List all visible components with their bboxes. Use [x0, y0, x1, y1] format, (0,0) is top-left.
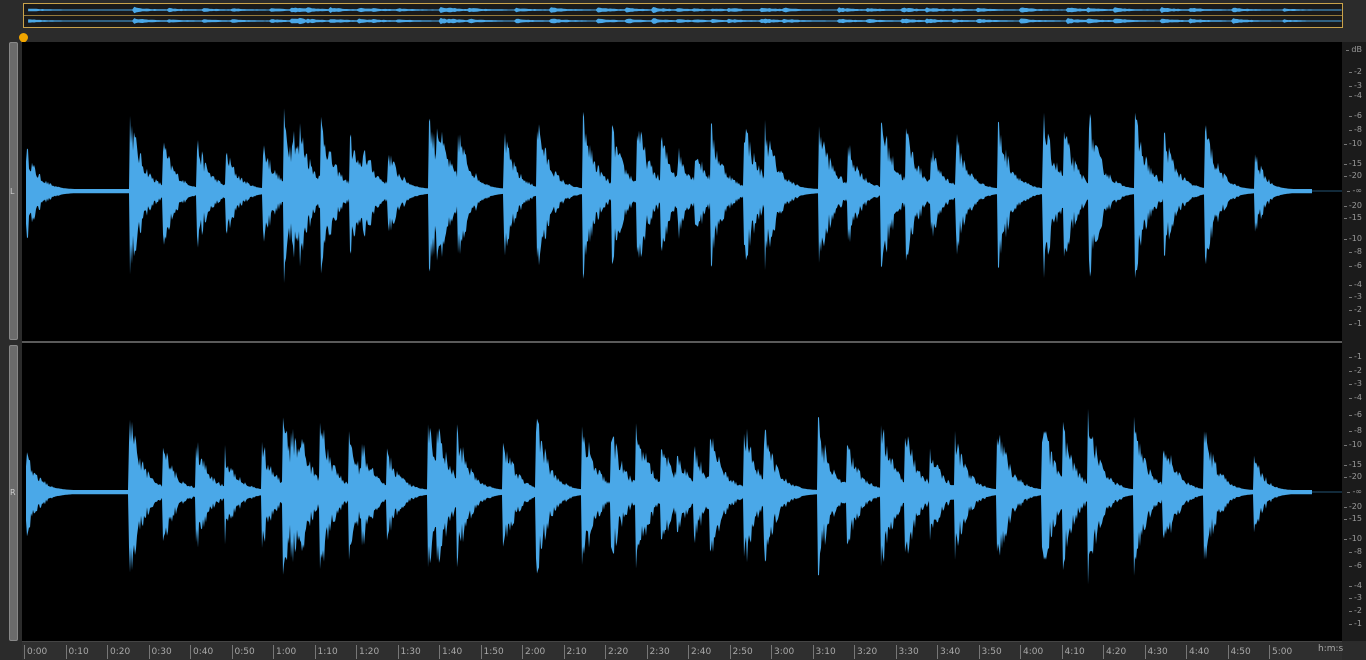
db-tick-upper: -20 — [1343, 201, 1362, 210]
time-tick: 1:30 — [397, 645, 421, 659]
db-tick-upper: -4 — [1349, 91, 1362, 100]
db-tick-lower: -∞ — [1347, 487, 1362, 496]
db-tick-lower: -20 — [1343, 502, 1362, 511]
time-tick: 2:20 — [605, 645, 628, 659]
time-tick: 1:40 — [439, 645, 462, 659]
time-tick: 0:20 — [107, 645, 130, 659]
time-tick: 4:20 — [1103, 645, 1126, 659]
time-unit-label: h:m:s — [1318, 644, 1344, 654]
db-tick-lower: -1 — [1349, 352, 1362, 361]
db-tick-lower: -15 — [1343, 460, 1362, 469]
time-tick: 2:00 — [522, 645, 545, 659]
time-tick: 0:30 — [148, 645, 172, 659]
db-tick-lower: -6 — [1349, 410, 1362, 419]
db-tick-upper: -15 — [1343, 213, 1362, 222]
time-tick: 4:30 — [1144, 645, 1168, 659]
time-tick: 2:30 — [646, 645, 670, 659]
db-tick-upper: -4 — [1349, 280, 1362, 289]
time-tick: 0:50 — [231, 645, 255, 659]
time-tick: 0:00 — [24, 645, 47, 659]
time-tick: 4:00 — [1020, 645, 1043, 659]
channel-divider — [22, 341, 1342, 343]
db-tick-lower: -2 — [1349, 366, 1362, 375]
overview-channel-separator — [24, 15, 1342, 16]
db-tick-lower: -10 — [1343, 440, 1362, 449]
db-unit-label: dB — [1346, 45, 1362, 54]
db-tick-upper: -2 — [1349, 67, 1362, 76]
waveform-overview[interactable] — [23, 3, 1343, 28]
db-ruler: dB -2 -3 -4 -6 -8 -10 -15 -20 -∞ -20 -15 -10 -8 -6 -4-… — [1342, 42, 1366, 641]
time-tick: 1:00 — [273, 645, 296, 659]
db-tick-lower: -4 — [1349, 393, 1362, 402]
db-tick-lower: -4 — [1349, 581, 1362, 590]
overview-channel-r — [28, 17, 1342, 25]
time-tick: 3:10 — [812, 645, 836, 659]
db-tick-upper: -20 — [1343, 171, 1362, 180]
db-tick-lower: -8 — [1349, 426, 1362, 435]
waveform-channel-r — [26, 408, 1312, 585]
db-tick-lower: -8 — [1349, 547, 1362, 556]
overview-channel-l — [28, 6, 1342, 14]
db-tick-lower: -15 — [1343, 514, 1362, 523]
db-tick-upper: -8 — [1349, 247, 1362, 256]
db-tick-lower: -10 — [1343, 534, 1362, 543]
time-tick: 5:00 — [1269, 645, 1292, 659]
db-tick-upper: -10 — [1343, 234, 1362, 243]
channel-label-l: L — [10, 187, 15, 196]
db-tick-lower: -6 — [1349, 561, 1362, 570]
db-tick-upper: -6 — [1349, 261, 1362, 270]
db-tick-upper: -3 — [1349, 292, 1362, 301]
time-tick: 4:50 — [1227, 645, 1251, 659]
time-tick: 4:40 — [1186, 645, 1209, 659]
db-tick-lower: -2 — [1349, 606, 1362, 615]
time-tick: 2:50 — [729, 645, 753, 659]
db-tick-upper: -15 — [1343, 159, 1362, 168]
db-tick-upper: -8 — [1349, 125, 1362, 134]
time-tick: 1:50 — [480, 645, 504, 659]
time-tick: 3:00 — [771, 645, 794, 659]
time-ruler[interactable]: 0:00 0:10 0:20 0:30 0:40 0:50 1:00 1:10 1:20 1:30… — [22, 641, 1342, 660]
time-tick: 2:40 — [688, 645, 711, 659]
db-tick-upper: -2 — [1349, 305, 1362, 314]
time-tick: 3:40 — [937, 645, 960, 659]
time-tick: 3:50 — [978, 645, 1002, 659]
time-tick: 0:40 — [190, 645, 213, 659]
db-tick-upper: -6 — [1349, 111, 1362, 120]
db-tick-lower: -1 — [1349, 619, 1362, 628]
time-tick: 1:10 — [314, 645, 338, 659]
db-tick-lower: -3 — [1349, 379, 1362, 388]
waveform-channel-l — [26, 108, 1312, 283]
db-tick-lower: -3 — [1349, 593, 1362, 602]
time-tick: 3:30 — [895, 645, 919, 659]
db-tick-upper: -∞ — [1347, 186, 1362, 195]
db-tick-upper: -3 — [1349, 81, 1362, 90]
time-tick: 2:10 — [563, 645, 587, 659]
time-tick: 4:10 — [1061, 645, 1085, 659]
db-tick-upper: -10 — [1343, 139, 1362, 148]
time-tick: 0:10 — [65, 645, 89, 659]
db-tick-lower: -20 — [1343, 472, 1362, 481]
time-tick: 3:20 — [854, 645, 877, 659]
time-tick: 1:20 — [356, 645, 379, 659]
db-tick-upper: -1 — [1349, 319, 1362, 328]
channel-label-r: R — [10, 488, 16, 497]
